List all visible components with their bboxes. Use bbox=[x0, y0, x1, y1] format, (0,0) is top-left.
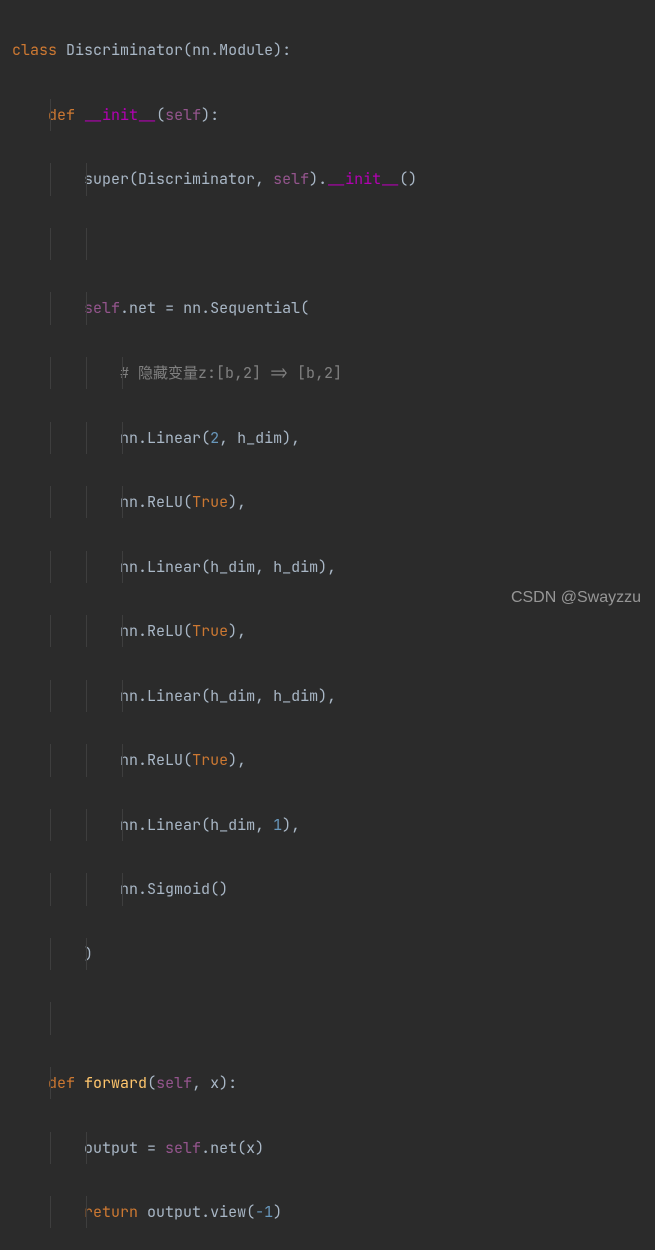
code-line: nn.Linear(h_dim, h_dim), bbox=[0, 551, 655, 583]
code-line: nn.Linear(2, h_dim), bbox=[0, 422, 655, 454]
code-line: self.net = nn.Sequential( bbox=[0, 292, 655, 324]
class-name: Discriminator bbox=[66, 40, 183, 60]
dunder-init: __init__ bbox=[84, 105, 156, 125]
function-name: forward bbox=[84, 1073, 147, 1093]
code-line: def __init__(self): bbox=[0, 99, 655, 131]
code-line: return output.view(-1) bbox=[0, 1196, 655, 1228]
code-line: nn.ReLU(True), bbox=[0, 486, 655, 518]
code-line: super(Discriminator, self).__init__() bbox=[0, 163, 655, 195]
code-line: nn.ReLU(True), bbox=[0, 744, 655, 776]
code-line bbox=[0, 228, 655, 260]
code-line: def forward(self, x): bbox=[0, 1067, 655, 1099]
code-editor[interactable]: class Discriminator(nn.Module): def __in… bbox=[0, 0, 655, 1250]
code-line: ) bbox=[0, 938, 655, 970]
code-line: nn.Linear(h_dim, h_dim), bbox=[0, 680, 655, 712]
code-line: nn.ReLU(True), bbox=[0, 615, 655, 647]
watermark: CSDN @Swayzzu bbox=[511, 581, 641, 615]
code-line: nn.Linear(h_dim, 1), bbox=[0, 809, 655, 841]
keyword-class: class bbox=[12, 40, 57, 60]
comment: # 隐藏变量z:[b,2] => [b,2] bbox=[120, 363, 342, 383]
code-line: # 隐藏变量z:[b,2] => [b,2] bbox=[0, 357, 655, 389]
self-param: self bbox=[165, 105, 201, 125]
code-line bbox=[0, 1002, 655, 1034]
keyword-def: def bbox=[48, 105, 75, 125]
code-line: class Discriminator(nn.Module): bbox=[0, 34, 655, 66]
code-line: nn.Sigmoid() bbox=[0, 873, 655, 905]
code-line: output = self.net(x) bbox=[0, 1132, 655, 1164]
